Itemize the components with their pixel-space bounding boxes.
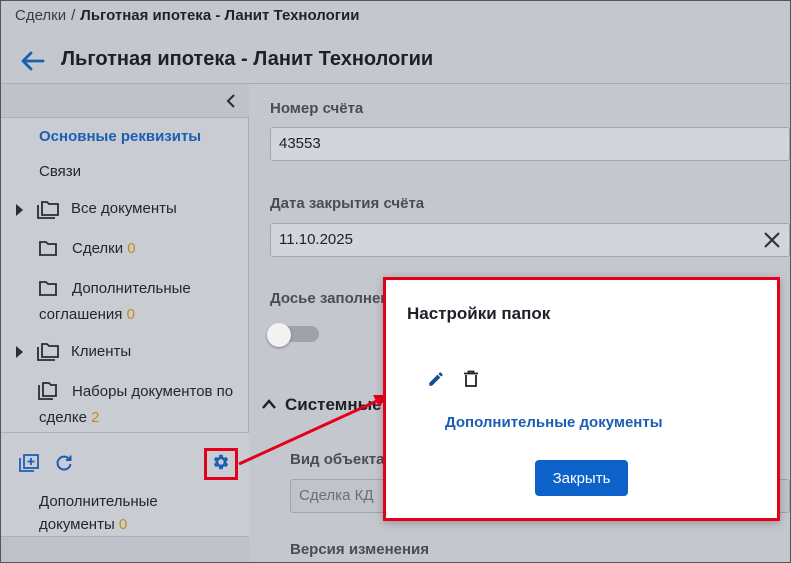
app-window: Сделки / Льготная ипотека - Ланит Технолог… xyxy=(0,0,791,563)
dialog-title: Настройки папок xyxy=(407,304,551,323)
folder-item-extra-documents[interactable]: Дополнительные документы xyxy=(445,414,663,431)
close-button[interactable]: Закрыть xyxy=(535,460,628,496)
trash-icon[interactable] xyxy=(463,370,483,390)
folder-settings-dialog: Настройки папок Дополнительные документы… xyxy=(383,277,780,521)
gear-highlight-box xyxy=(204,448,238,480)
pencil-icon[interactable] xyxy=(427,370,447,390)
